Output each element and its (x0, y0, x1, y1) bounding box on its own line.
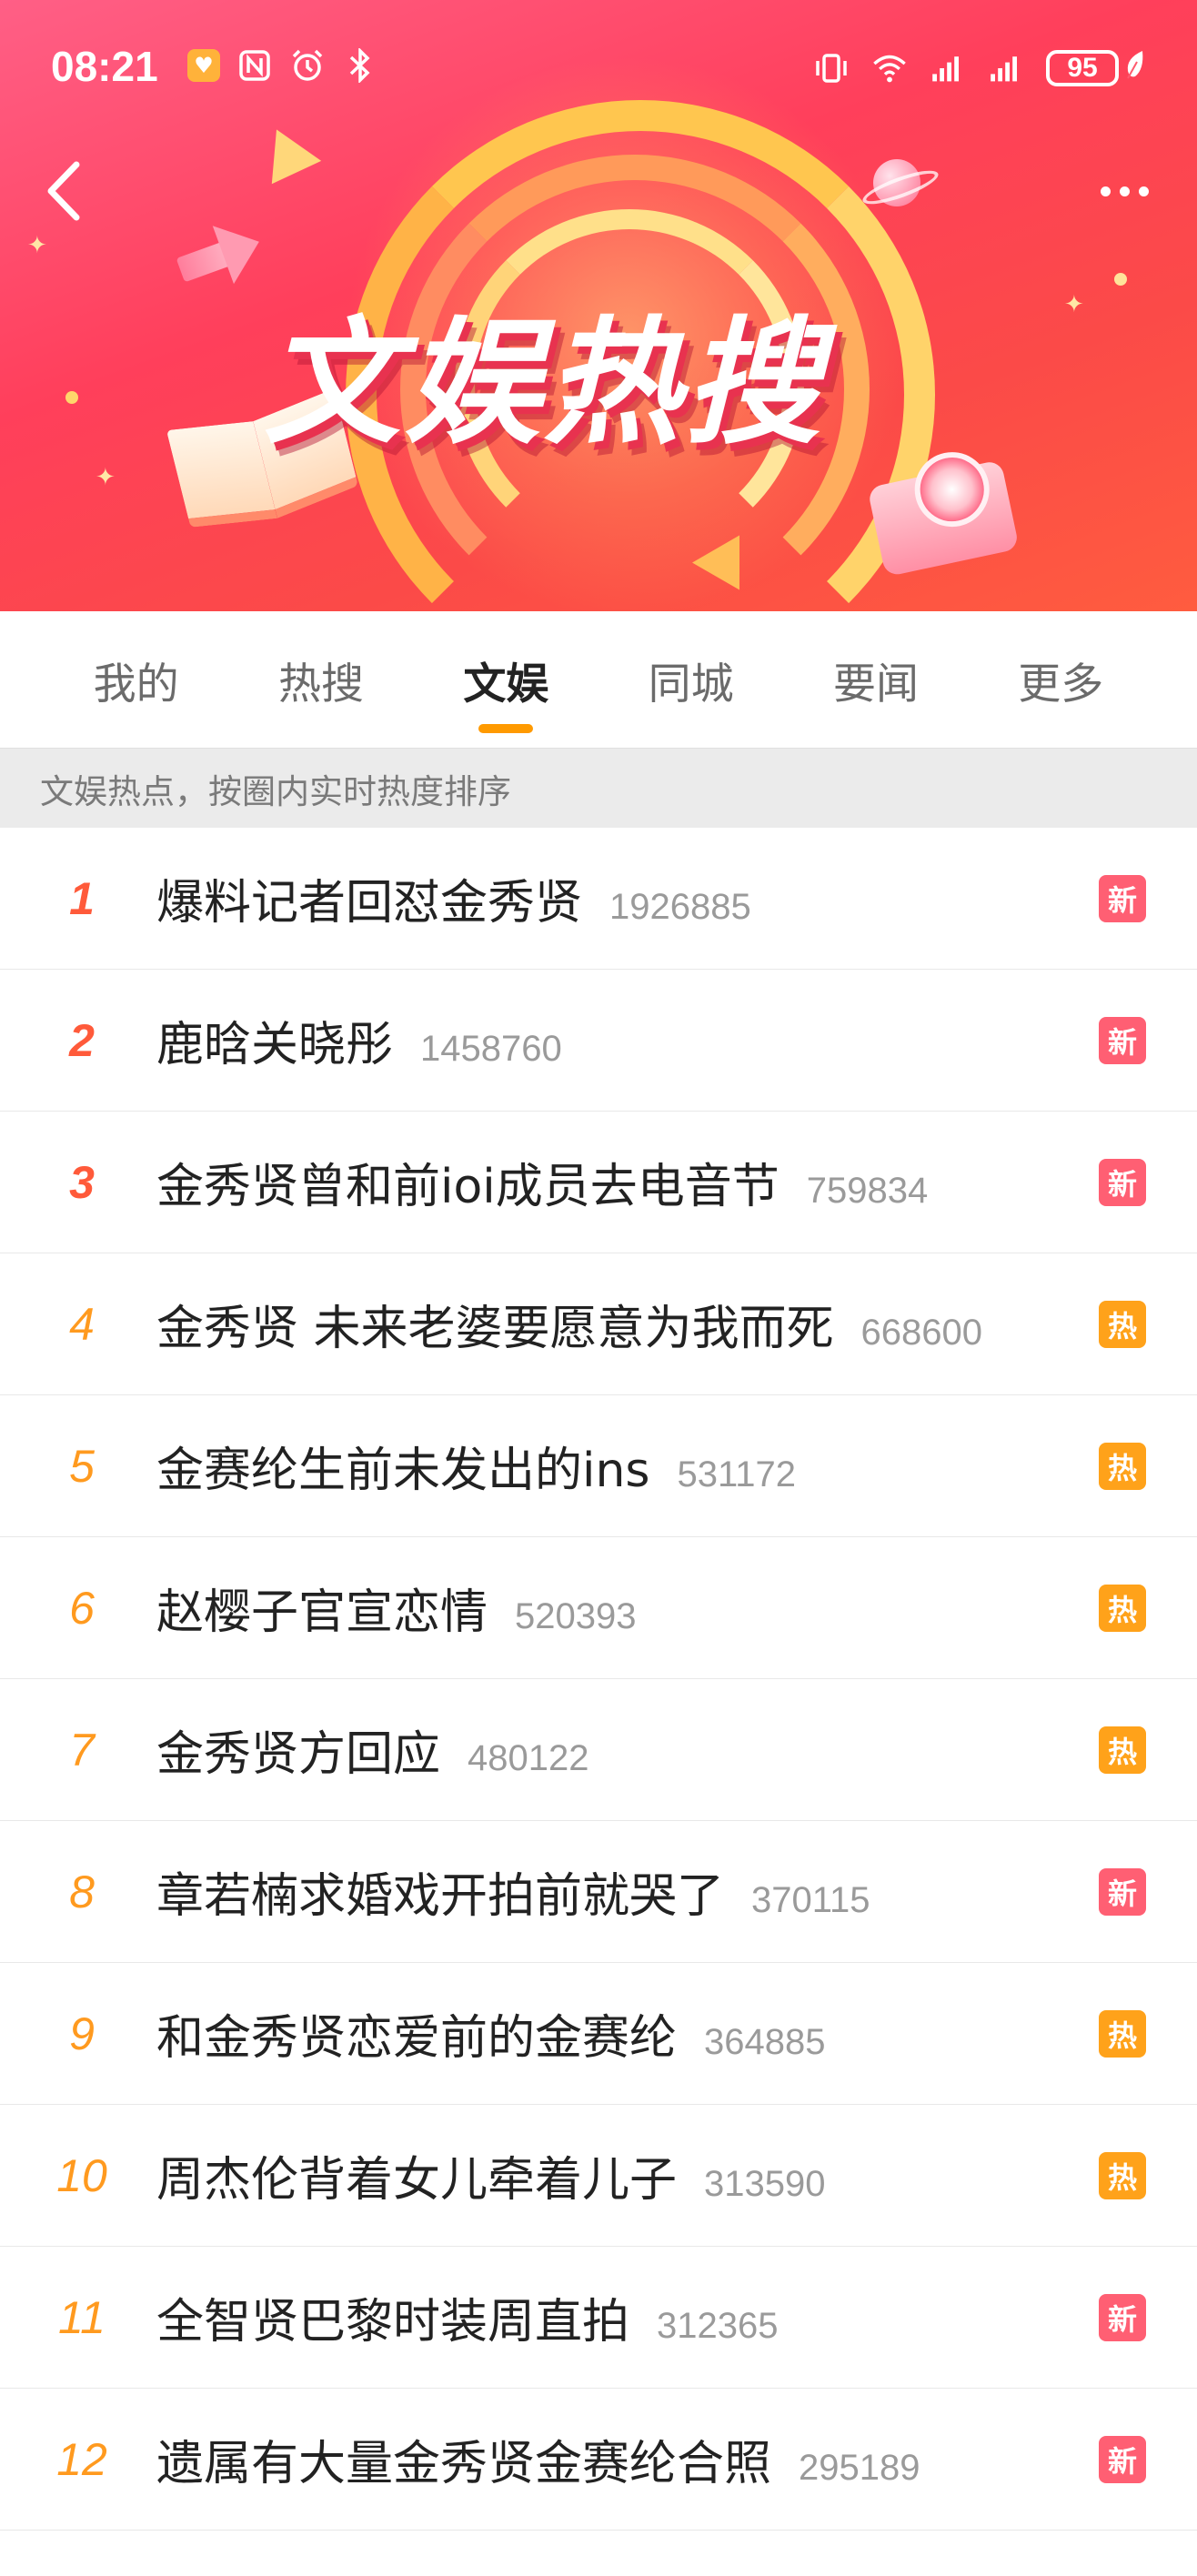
heat-count: 313590 (704, 2164, 826, 2204)
more-button[interactable] (1088, 173, 1161, 209)
list-item[interactable]: 5 金赛纶生前未发出的ins 531172 热 (0, 1395, 1197, 1537)
topic-title: 金秀贤方回应 (156, 1727, 441, 1782)
rank-number: 2 (69, 1014, 95, 1066)
new-badge: 新 (1099, 1867, 1146, 1916)
hot-badge: 热 (1099, 2151, 1146, 2199)
new-badge: 新 (1099, 2435, 1146, 2483)
topic-title: 金秀贤 未来老婆要愿意为我而死 (156, 1302, 834, 1356)
status-bar: 08:21 ♥ 95 (0, 36, 1197, 109)
status-icons-right: 95 (813, 49, 1146, 87)
rank-number: 3 (69, 1156, 95, 1208)
topic-title: 鹿晗关晓彤 (156, 1018, 394, 1072)
nfc-icon (236, 47, 273, 84)
rank-number: 1 (69, 872, 95, 924)
topic-title: 金秀贤曾和前ioi成员去电音节 (156, 1160, 780, 1214)
tab-mine[interactable]: 我的 (81, 611, 192, 748)
list-item[interactable]: 7 金秀贤方回应 480122 热 (0, 1679, 1197, 1821)
heat-count: 1926885 (609, 887, 751, 927)
triangle-decoration (251, 117, 322, 185)
dot-decoration (65, 391, 78, 404)
heat-count: 759834 (806, 1171, 929, 1211)
list-item[interactable]: 1 爆料记者回怼金秀贤 1926885 新 (0, 828, 1197, 970)
rank-number: 4 (69, 1298, 95, 1350)
battery-level: 95 (1046, 50, 1119, 86)
topic-title: 和金秀贤恋爱前的金赛纶 (156, 2011, 678, 2066)
topic-title: 金赛纶生前未发出的ins (156, 1444, 650, 1498)
rank-number: 5 (69, 1440, 95, 1492)
list-item[interactable]: 9 和金秀贤恋爱前的金赛纶 364885 热 (0, 1963, 1197, 2105)
bluetooth-icon (342, 47, 378, 84)
heat-count: 370115 (751, 1880, 870, 1920)
list-item[interactable]: 3 金秀贤曾和前ioi成员去电音节 759834 新 (0, 1112, 1197, 1253)
status-icons-left: ♥ (187, 47, 378, 84)
battery-indicator: 95 (1046, 49, 1146, 87)
rank-number: 10 (56, 2149, 107, 2201)
list-item[interactable]: 8 章若楠求婚戏开拍前就哭了 370115 新 (0, 1821, 1197, 1963)
rank-number: 6 (69, 1582, 95, 1634)
heat-count: 520393 (515, 1596, 637, 1636)
section-description: 文娱热点，按圈内实时热度排序 (0, 748, 1197, 828)
topic-title: 全智贤巴黎时装周直拍 (156, 2295, 630, 2350)
heat-count: 668600 (860, 1313, 983, 1353)
topic-title: 遗属有大量金秀贤金赛纶合照 (156, 2437, 772, 2491)
more-dots-icon (1100, 186, 1111, 196)
arrow-decoration (167, 206, 270, 303)
heat-count: 480122 (468, 1738, 589, 1778)
rank-number: 7 (69, 1724, 95, 1776)
heat-count: 364885 (704, 2022, 826, 2062)
rank-number: 8 (69, 1866, 95, 1917)
planet-decoration (873, 159, 920, 206)
tab-hot-search[interactable]: 热搜 (266, 611, 377, 748)
rank-number: 11 (58, 2291, 106, 2343)
leaf-icon (1124, 49, 1146, 87)
new-badge: 新 (1099, 874, 1146, 922)
alarm-icon (289, 47, 326, 84)
heat-count: 312365 (657, 2306, 779, 2346)
signal-icon (930, 50, 966, 86)
new-badge: 新 (1099, 2293, 1146, 2341)
list-item[interactable]: 11 全智贤巴黎时装周直拍 312365 新 (0, 2247, 1197, 2389)
rank-number: 12 (56, 2433, 107, 2485)
rank-number: 9 (69, 2007, 95, 2059)
tab-entertainment[interactable]: 文娱 (450, 611, 561, 748)
heart-app-icon: ♥ (187, 49, 220, 82)
tab-news[interactable]: 要闻 (820, 611, 931, 748)
topic-title: 赵樱子官宣恋情 (156, 1585, 488, 1640)
star-decoration: ✦ (27, 232, 47, 259)
hot-badge: 热 (1099, 1442, 1146, 1490)
signal-icon (988, 50, 1024, 86)
topic-title: 周杰伦背着女儿牵着儿子 (156, 2153, 678, 2208)
star-decoration: ✦ (1064, 291, 1084, 318)
heat-count: 295189 (799, 2448, 920, 2488)
wifi-icon (871, 50, 908, 86)
heat-count: 531172 (677, 1454, 797, 1494)
back-button[interactable] (36, 159, 91, 223)
hot-badge: 热 (1099, 1726, 1146, 1774)
dot-decoration (1114, 273, 1127, 286)
new-badge: 新 (1099, 1016, 1146, 1064)
hot-badge: 热 (1099, 1584, 1146, 1632)
vibrate-icon (813, 50, 850, 86)
banner-title: 文娱热搜 (264, 305, 825, 463)
tab-bar: 我的 热搜 文娱 同城 要闻 更多 (0, 611, 1197, 748)
hot-badge: 热 (1099, 2009, 1146, 2058)
new-badge: 新 (1099, 1158, 1146, 1206)
topic-title: 爆料记者回怼金秀贤 (156, 876, 583, 931)
list-item[interactable]: 10 周杰伦背着女儿牵着儿子 313590 热 (0, 2105, 1197, 2247)
hot-badge: 热 (1099, 1300, 1146, 1348)
list-item[interactable]: 6 赵樱子官宣恋情 520393 热 (0, 1537, 1197, 1679)
heat-count: 1458760 (420, 1029, 562, 1069)
star-decoration: ✦ (96, 464, 116, 491)
tab-more[interactable]: 更多 (1005, 611, 1116, 748)
list-item[interactable]: 4 金秀贤 未来老婆要愿意为我而死 668600 热 (0, 1253, 1197, 1395)
topic-title: 章若楠求婚戏开拍前就哭了 (156, 1869, 725, 1924)
chevron-left-icon (47, 161, 80, 221)
tab-local[interactable]: 同城 (636, 611, 747, 748)
status-time: 08:21 (51, 43, 158, 90)
list-item[interactable]: 12 遗属有大量金秀贤金赛纶合照 295189 新 (0, 2389, 1197, 2531)
trending-list: 1 爆料记者回怼金秀贤 1926885 新 2 鹿晗关晓彤 1458760 新 3 … (0, 828, 1197, 2531)
list-item[interactable]: 2 鹿晗关晓彤 1458760 新 (0, 970, 1197, 1112)
